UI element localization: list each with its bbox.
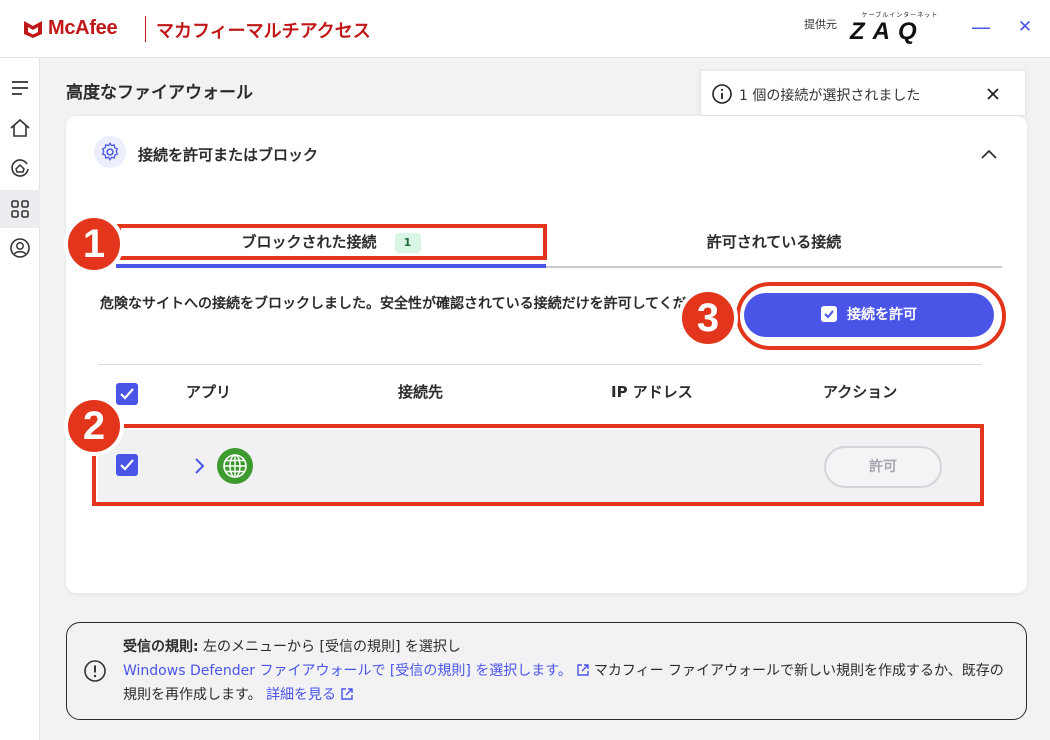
learn-more-link[interactable]: 詳細を見る <box>266 687 336 703</box>
annotation-highlight-row <box>92 424 984 506</box>
title-separator <box>145 16 146 42</box>
blocked-description: 危険なサイトへの接続をブロックしました。安全性が確認されている接続だけを許可して… <box>100 296 690 312</box>
menu-icon[interactable] <box>8 76 32 100</box>
selection-toast: 1 個の接続が選択されました <box>700 70 1026 116</box>
app-title: マカフィーマルチアクセス <box>156 21 371 42</box>
minimize-button[interactable]: — <box>966 12 996 42</box>
home-icon[interactable] <box>8 116 32 140</box>
annotation-number-2: 2 <box>64 396 124 456</box>
column-header-app: アプリ <box>186 383 232 401</box>
zaq-logo-text: ZAQ <box>850 18 925 45</box>
annotation-number-1: 1 <box>64 214 124 274</box>
table-divider <box>98 364 982 365</box>
chevron-up-icon[interactable] <box>978 144 1000 166</box>
title-bar: McAfee マカフィーマルチアクセス 提供元 ケーブルインターネット ZAQ … <box>0 0 1050 58</box>
toast-close-icon[interactable] <box>981 82 1005 106</box>
close-window-button[interactable]: ✕ <box>1010 12 1040 42</box>
page-title: 高度なファイアウォール <box>66 83 253 103</box>
toast-message: 1 個の接続が選択されました <box>739 88 921 104</box>
windows-defender-link[interactable]: Windows Defender ファイアウォールで [受信の規則] を選択しま… <box>123 663 572 679</box>
column-header-ip: IP アドレス <box>611 383 693 401</box>
info-lead: 受信の規則: <box>123 639 199 655</box>
external-link-icon <box>341 688 353 700</box>
mcafee-shield-icon <box>24 20 42 38</box>
alert-icon <box>84 660 106 682</box>
info-line1: 左のメニューから [受信の規則] を選択し <box>198 639 461 655</box>
select-all-checkbox[interactable] <box>116 383 138 405</box>
left-navigation <box>0 58 40 740</box>
mcafee-logo: McAfee <box>22 17 118 40</box>
info-text: 受信の規則: 左のメニューから [受信の規則] を選択し Windows Def… <box>123 635 1013 707</box>
external-link-icon <box>577 664 589 676</box>
gear-icon <box>101 142 119 162</box>
provider-label: 提供元 <box>804 18 837 31</box>
inbound-rules-info: 受信の規則: 左のメニューから [受信の規則] を選択し Windows Def… <box>66 622 1027 720</box>
annotation-number-3: 3 <box>678 288 738 348</box>
annotation-highlight-button <box>736 282 1006 350</box>
tab-allowed-label: 許可されている接続 <box>706 233 842 251</box>
zaq-logo: ケーブルインターネット ZAQ <box>848 10 952 45</box>
firewall-card: 接続を許可またはブロック ブロックされた接続 1 許可されている接続 危険なサイト… <box>66 116 1027 593</box>
column-header-destination: 接続先 <box>398 383 444 401</box>
protection-icon[interactable] <box>8 156 32 180</box>
annotation-highlight-tab <box>117 224 547 260</box>
brand-name: McAfee <box>48 17 118 39</box>
tab-allowed-connections[interactable]: 許可されている接続 <box>546 220 1002 268</box>
info-icon <box>712 84 732 104</box>
apps-icon[interactable] <box>8 197 32 221</box>
section-title: 接続を許可またはブロック <box>138 146 319 164</box>
account-icon[interactable] <box>8 236 32 260</box>
settings-icon-badge <box>94 136 126 168</box>
active-tab-indicator <box>116 264 546 268</box>
column-header-action: アクション <box>823 383 898 401</box>
